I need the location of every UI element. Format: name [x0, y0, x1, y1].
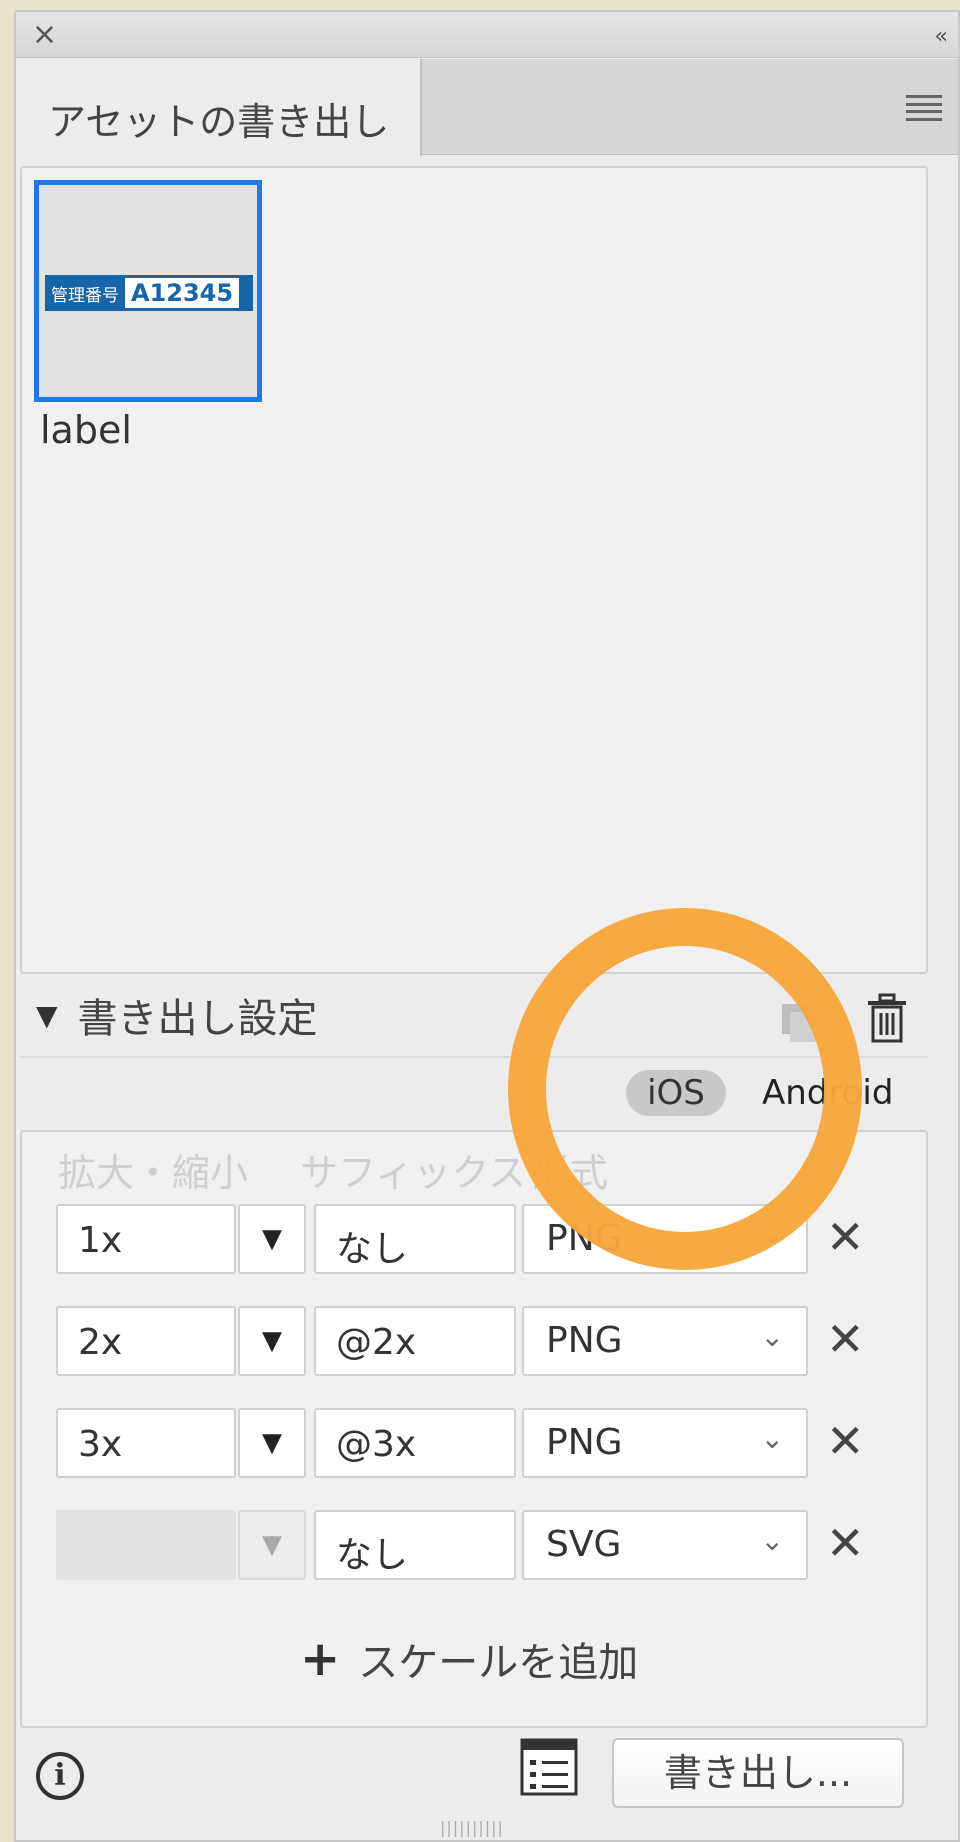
suffix-input[interactable]: @3x — [314, 1408, 516, 1478]
tab-export-assets[interactable]: アセットの書き出し — [16, 59, 422, 156]
annotation-highlight-ring — [508, 908, 862, 1270]
column-header-scale: 拡大・縮小 — [58, 1151, 249, 1195]
export-button[interactable]: 書き出し... — [612, 1738, 904, 1808]
scale-dropdown-arrow[interactable]: ▼ — [238, 1408, 306, 1478]
format-select[interactable]: PNG ⌄ — [522, 1306, 808, 1376]
suffix-input[interactable]: なし — [314, 1510, 516, 1580]
panel-titlebar: × ‹‹ — [16, 12, 958, 58]
plus-icon: + — [300, 1631, 341, 1687]
export-settings-title: 書き出し設定 — [77, 996, 318, 1042]
info-icon[interactable]: i — [36, 1752, 84, 1800]
scale-input[interactable]: 2x — [56, 1306, 236, 1376]
format-value: PNG — [546, 1320, 623, 1361]
asset-name[interactable]: label — [40, 408, 132, 452]
scale-dropdown-arrow[interactable]: ▼ — [238, 1306, 306, 1376]
remove-scale-button[interactable]: ✕ — [826, 1418, 865, 1464]
add-scale-label: スケールを追加 — [358, 1640, 639, 1686]
remove-scale-button[interactable]: ✕ — [826, 1316, 865, 1362]
format-select[interactable]: SVG ⌄ — [522, 1510, 808, 1580]
panel-tab-row: アセットの書き出し — [16, 59, 958, 156]
thumbnail-label-badge: 管理番号 A12345 — [45, 275, 253, 311]
export-settings-header[interactable]: ▼ 書き出し設定 — [36, 985, 318, 1045]
thumbnail-code-text: A12345 — [125, 278, 240, 308]
add-scale-button[interactable]: + スケールを追加 — [300, 1630, 638, 1688]
suffix-input[interactable]: @2x — [314, 1306, 516, 1376]
remove-scale-button[interactable]: ✕ — [826, 1520, 865, 1566]
column-header-suffix: サフィックス — [300, 1151, 527, 1195]
scale-input[interactable]: 1x — [56, 1204, 236, 1274]
export-list-icon[interactable] — [520, 1738, 578, 1796]
collapse-panel-icon[interactable]: ‹‹ — [934, 24, 947, 49]
asset-thumbnail[interactable]: 管理番号 A12345 — [34, 180, 262, 402]
tab-label: アセットの書き出し — [48, 100, 390, 144]
asset-list: 管理番号 A12345 label — [20, 166, 928, 974]
chevron-down-icon: ⌄ — [760, 1524, 784, 1557]
close-icon[interactable]: × — [32, 20, 57, 50]
resize-grip[interactable]: |||||||||| — [440, 1818, 504, 1837]
trash-icon[interactable] — [866, 993, 908, 1045]
chevron-down-icon: ⌄ — [760, 1422, 784, 1455]
scale-dropdown-arrow-disabled: ▼ — [238, 1510, 306, 1580]
scale-input-disabled — [56, 1510, 236, 1580]
format-select[interactable]: PNG ⌄ — [522, 1408, 808, 1478]
chevron-down-icon: ⌄ — [760, 1320, 784, 1353]
panel-menu-icon[interactable] — [906, 95, 942, 121]
disclosure-triangle-icon[interactable]: ▼ — [36, 999, 58, 1032]
thumbnail-label-text: 管理番号 — [51, 285, 119, 306]
scale-input[interactable]: 3x — [56, 1408, 236, 1478]
remove-scale-button[interactable]: ✕ — [826, 1214, 865, 1260]
format-value: PNG — [546, 1422, 623, 1463]
scale-dropdown-arrow[interactable]: ▼ — [238, 1204, 306, 1274]
suffix-input[interactable]: なし — [314, 1204, 516, 1274]
format-value: SVG — [546, 1524, 622, 1565]
